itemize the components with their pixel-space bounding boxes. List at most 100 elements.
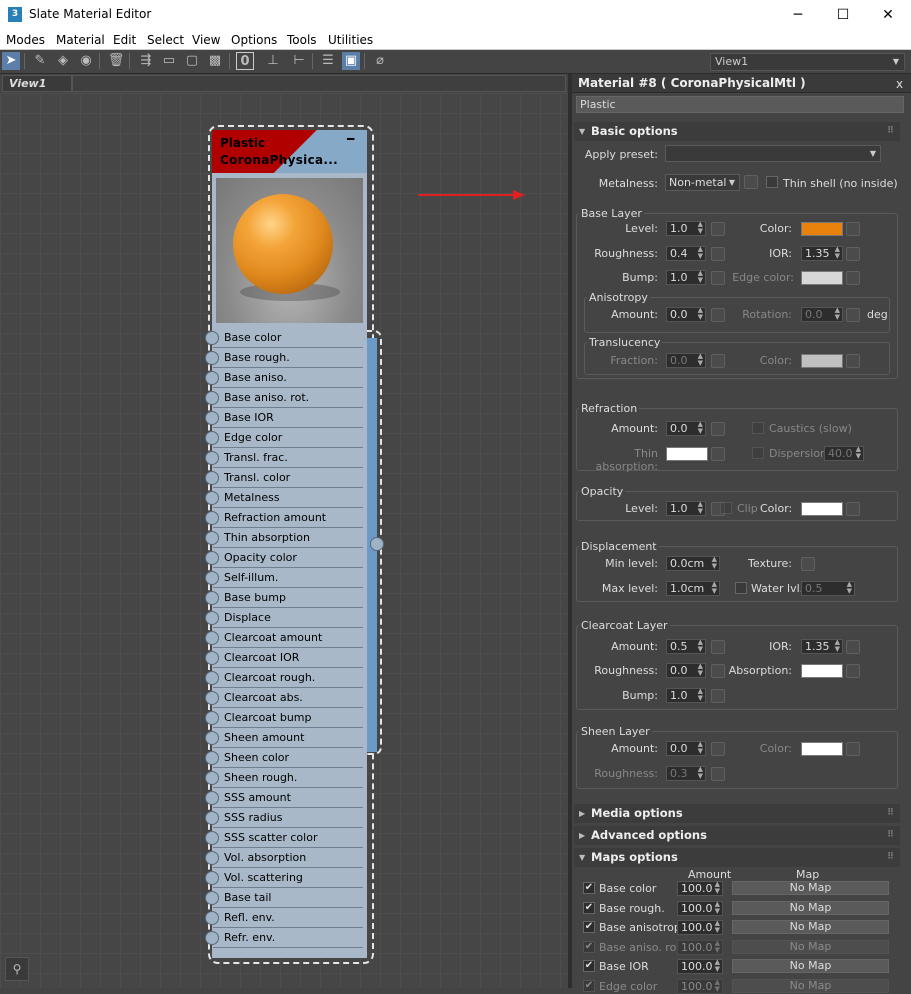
node-input-socket[interactable]: [205, 671, 219, 685]
node-input-socket[interactable]: [205, 691, 219, 705]
dispersion-checkbox[interactable]: [752, 447, 764, 459]
thin-absorption-map-button[interactable]: [711, 447, 725, 461]
menu-options[interactable]: Options: [231, 33, 277, 47]
apply-preset-dropdown[interactable]: ▼: [665, 145, 881, 162]
node-input-socket[interactable]: [205, 491, 219, 505]
transl-fraction-map-button[interactable]: [711, 354, 725, 368]
transl-color-swatch[interactable]: [801, 354, 843, 368]
node-slot[interactable]: Base color: [213, 328, 363, 348]
layout-all-icon[interactable]: ⊢: [290, 52, 308, 70]
water-level-checkbox[interactable]: [735, 582, 747, 594]
base-color-swatch[interactable]: [801, 222, 843, 236]
node-slot[interactable]: Base bump: [213, 588, 363, 608]
node-input-socket[interactable]: [205, 611, 219, 625]
caustics-checkbox[interactable]: [752, 422, 764, 434]
node-minimize-icon[interactable]: ━: [347, 132, 354, 146]
menu-tools[interactable]: Tools: [287, 33, 317, 47]
base-color-map-button[interactable]: [846, 222, 860, 236]
base-level-spinner[interactable]: 1.0 ▲ ▼: [666, 221, 706, 236]
menu-modes[interactable]: Modes: [6, 33, 45, 47]
maximize-button[interactable]: ☐: [820, 0, 866, 30]
node-slot[interactable]: SSS amount: [213, 788, 363, 808]
node-input-socket[interactable]: [205, 791, 219, 805]
node-slot[interactable]: Self-illum.: [213, 568, 363, 588]
node-slot[interactable]: SSS radius: [213, 808, 363, 828]
rollout-media-options[interactable]: ▶ Media options ⠿: [574, 804, 900, 823]
base-roughness-spinner[interactable]: 0.4 ▲ ▼: [666, 246, 706, 261]
map-slot-button[interactable]: No Map: [732, 940, 889, 954]
node-input-socket[interactable]: [205, 891, 219, 905]
node-input-socket[interactable]: [205, 371, 219, 385]
opacity-color-swatch[interactable]: [801, 502, 843, 516]
base-ior-spinner[interactable]: 1.35 ▲ ▼: [801, 246, 843, 261]
cc-bump-map-button[interactable]: [711, 689, 725, 703]
node-input-socket[interactable]: [205, 811, 219, 825]
node-slot[interactable]: Base aniso. rot.: [213, 388, 363, 408]
cc-bump-spinner[interactable]: 1.0 ▲ ▼: [666, 688, 706, 703]
node-slot[interactable]: Base IOR: [213, 408, 363, 428]
sheen-color-map-button[interactable]: [846, 742, 860, 756]
eyedropper-icon[interactable]: ✎: [31, 52, 49, 70]
base-bump-map-button[interactable]: [711, 271, 725, 285]
node-input-socket[interactable]: [205, 551, 219, 565]
metalness-map-button[interactable]: [744, 175, 758, 189]
node-slot[interactable]: Transl. color: [213, 468, 363, 488]
node-slot[interactable]: Refraction amount: [213, 508, 363, 528]
node-input-socket[interactable]: [205, 531, 219, 545]
metalness-dropdown[interactable]: Non-metal ▼: [665, 174, 740, 191]
disp-max-spinner[interactable]: 1.0cm ▲ ▼: [666, 581, 720, 596]
disp-texture-map-button[interactable]: [801, 557, 815, 571]
show-map-in-viewport-icon[interactable]: ▣: [342, 52, 360, 70]
node-slot[interactable]: SSS scatter color: [213, 828, 363, 848]
show-shaded-icon[interactable]: ▢: [183, 52, 201, 70]
cc-amount-spinner[interactable]: 0.5 ▲ ▼: [666, 639, 706, 654]
base-level-map-button[interactable]: [711, 222, 725, 236]
node-input-socket[interactable]: [205, 751, 219, 765]
select-arrow-icon[interactable]: ➤: [2, 52, 20, 70]
node-input-socket[interactable]: [205, 651, 219, 665]
node-slot[interactable]: Transl. frac.: [213, 448, 363, 468]
show-end-result-icon[interactable]: ⊥: [264, 52, 282, 70]
node-input-socket[interactable]: [205, 931, 219, 945]
opacity-level-spinner[interactable]: 1.0 ▲ ▼: [666, 501, 706, 516]
node-slot[interactable]: Refr. env.: [213, 928, 363, 948]
map-amount-spinner[interactable]: 100.0 ▲ ▼: [677, 920, 723, 935]
tab-view1[interactable]: View1: [2, 75, 72, 92]
base-roughness-map-button[interactable]: [711, 247, 725, 261]
material-name-field[interactable]: Plastic: [576, 96, 904, 113]
node-slot[interactable]: Clearcoat IOR: [213, 648, 363, 668]
rollout-maps-options[interactable]: ▼ Maps options ⠿: [574, 848, 900, 867]
node-input-socket[interactable]: [205, 411, 219, 425]
disp-min-spinner[interactable]: 0.0cm ▲ ▼: [666, 556, 720, 571]
node-slot[interactable]: Metalness: [213, 488, 363, 508]
node-slot[interactable]: Clearcoat abs.: [213, 688, 363, 708]
map-slot-button[interactable]: No Map: [732, 979, 889, 993]
map-amount-spinner[interactable]: 100.0 ▲ ▼: [677, 940, 723, 955]
node-input-socket[interactable]: [205, 431, 219, 445]
map-amount-spinner[interactable]: 100.0 ▲ ▼: [677, 979, 723, 994]
node-slot[interactable]: Base rough.: [213, 348, 363, 368]
node-slot[interactable]: Opacity color: [213, 548, 363, 568]
map-enable-checkbox[interactable]: ✔: [583, 902, 595, 914]
map-slot-button[interactable]: No Map: [732, 901, 889, 915]
material-id-icon[interactable]: 0: [236, 52, 254, 70]
base-bump-spinner[interactable]: 1.0 ▲ ▼: [666, 270, 706, 285]
map-enable-checkbox[interactable]: ✔: [583, 941, 595, 953]
menu-material[interactable]: Material: [56, 33, 105, 47]
dispersion-spinner[interactable]: 40.0 ▲ ▼: [824, 446, 864, 461]
sheen-color-swatch[interactable]: [801, 742, 843, 756]
map-amount-spinner[interactable]: 100.0 ▲ ▼: [677, 959, 723, 974]
menu-edit[interactable]: Edit: [113, 33, 136, 47]
lock-icon[interactable]: ⌀: [371, 52, 389, 70]
node-input-socket[interactable]: [205, 571, 219, 585]
aniso-amount-map-button[interactable]: [711, 308, 725, 322]
map-slot-button[interactable]: No Map: [732, 920, 889, 934]
put-to-scene-icon[interactable]: ◈: [54, 52, 72, 70]
node-slot[interactable]: Vol. scattering: [213, 868, 363, 888]
node-input-socket[interactable]: [205, 391, 219, 405]
node-input-socket[interactable]: [205, 591, 219, 605]
node-input-socket[interactable]: [205, 471, 219, 485]
rollout-advanced-options[interactable]: ▶ Advanced options ⠿: [574, 826, 900, 845]
clip-checkbox[interactable]: [720, 502, 732, 514]
node-input-socket[interactable]: [205, 631, 219, 645]
